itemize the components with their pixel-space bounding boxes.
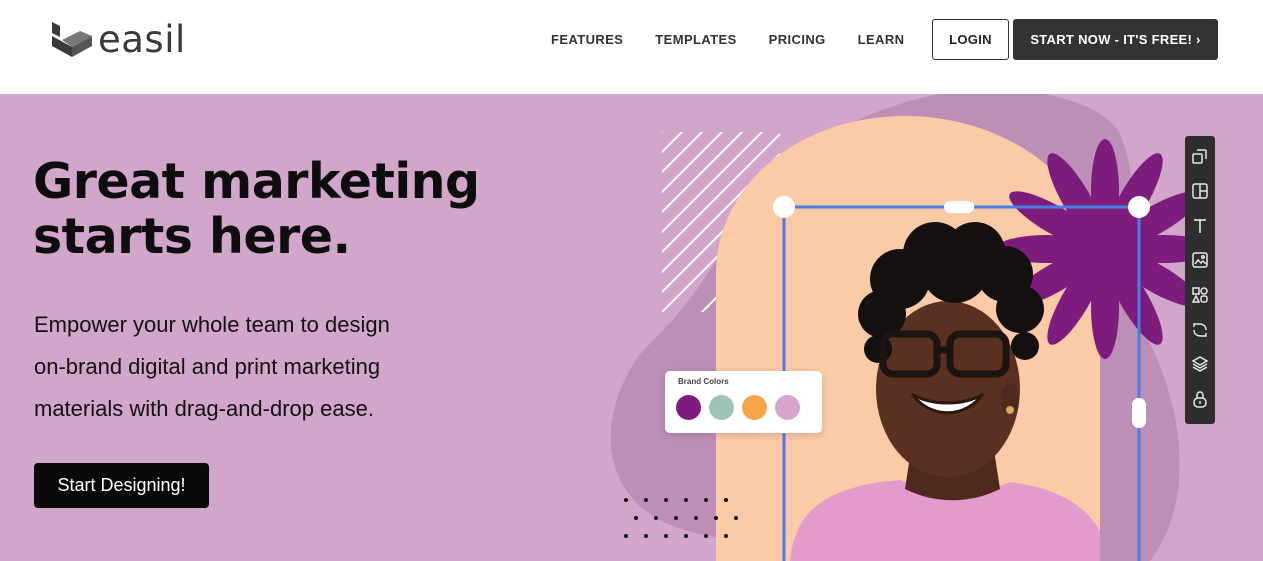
swatch-purple[interactable] (676, 395, 701, 420)
login-button[interactable]: LOGIN (932, 19, 1009, 60)
headline-line-1: Great marketing (33, 153, 480, 210)
nav-templates[interactable]: TEMPLATES (655, 32, 736, 47)
subtext-line-3: materials with drag-and-drop ease. (34, 396, 374, 421)
brand-colors-title: Brand Colors (678, 377, 729, 386)
shapes-icon[interactable] (1190, 285, 1210, 305)
color-swatches (676, 395, 808, 420)
editor-toolbar (1185, 136, 1215, 424)
site-header: easil FEATURES TEMPLATES PRICING LEARN L… (0, 0, 1263, 94)
text-icon[interactable] (1190, 216, 1210, 236)
brand-colors-card: Brand Colors (665, 371, 822, 433)
hero-headline: Great marketing starts here. (33, 154, 533, 264)
resize-icon[interactable] (1190, 146, 1210, 166)
easil-logo[interactable]: easil (50, 18, 186, 61)
lock-icon[interactable] (1190, 389, 1210, 409)
hero-subtext: Empower your whole team to design on-bra… (34, 304, 454, 430)
background-icon[interactable] (1190, 320, 1210, 340)
start-designing-button[interactable]: Start Designing! (34, 463, 209, 508)
subtext-line-2: on-brand digital and print marketing (34, 354, 381, 379)
layers-icon[interactable] (1190, 354, 1210, 374)
nav-features[interactable]: FEATURES (551, 32, 623, 47)
logo-mark-icon (52, 21, 92, 57)
nav-learn[interactable]: LEARN (858, 32, 905, 47)
logo-text: easil (98, 18, 186, 61)
layout-icon[interactable] (1190, 181, 1210, 201)
start-now-button[interactable]: START NOW - IT'S FREE! › (1013, 19, 1218, 60)
swatch-pink[interactable] (775, 395, 800, 420)
subtext-line-1: Empower your whole team to design (34, 312, 390, 337)
image-icon[interactable] (1190, 250, 1210, 270)
nav-pricing[interactable]: PRICING (769, 32, 826, 47)
swatch-sage[interactable] (709, 395, 734, 420)
swatch-orange[interactable] (742, 395, 767, 420)
hero-section: Great marketing starts here. Empower you… (0, 94, 1263, 561)
main-nav: FEATURES TEMPLATES PRICING LEARN (551, 32, 936, 47)
headline-line-2: starts here. (33, 208, 351, 265)
